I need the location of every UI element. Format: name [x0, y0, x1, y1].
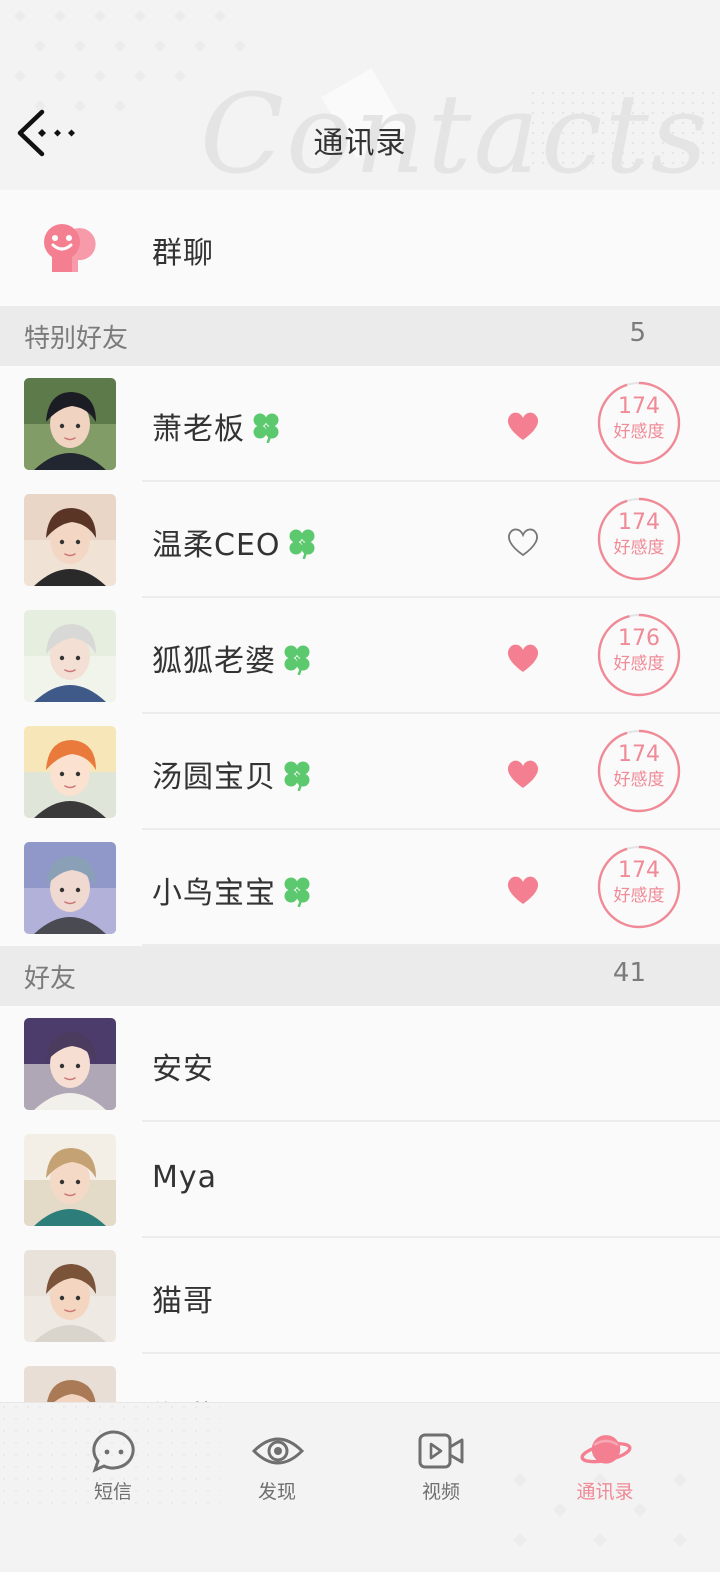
- tab-label: 通讯录: [576, 1481, 634, 1503]
- heart-outline-icon[interactable]: [505, 524, 541, 558]
- friend-row[interactable]: 郑琳: [0, 1354, 720, 1402]
- tab-label: 短信: [93, 1481, 132, 1503]
- friend-row[interactable]: 安安: [0, 1006, 720, 1122]
- contact-name-wrap: 郑琳: [152, 1392, 214, 1402]
- avatar[interactable]: [24, 378, 116, 470]
- heart-filled-icon[interactable]: [505, 872, 541, 906]
- group-chat-label: 群聊: [152, 236, 214, 271]
- avatar[interactable]: [24, 1134, 116, 1226]
- avatar[interactable]: [24, 494, 116, 586]
- tab-bar: 短信 发现 视频 通讯录: [0, 1402, 720, 1572]
- affinity-value: 174: [618, 394, 660, 419]
- affinity-badge: 176 好感度: [597, 613, 681, 697]
- avatar[interactable]: [24, 842, 116, 934]
- affinity-value: 174: [618, 858, 660, 883]
- tab-contacts[interactable]: 通讯录: [550, 1427, 660, 1507]
- contacts-list[interactable]: 群聊 特别好友 5 萧老板 174 好感度 温柔CEO 174 好感度 狐狐老婆…: [0, 190, 720, 1402]
- video-camera-icon: [418, 1433, 464, 1469]
- avatar[interactable]: [24, 726, 116, 818]
- clover-icon: [284, 761, 310, 791]
- contact-name-wrap: 温柔CEO: [152, 520, 319, 564]
- tab-messages[interactable]: 短信: [58, 1427, 168, 1507]
- contacts-screen: Contacts 通讯录 群聊 特别好友 5 萧老板 174 好感度 温柔CEO…: [0, 0, 720, 1572]
- contact-name-wrap: 猫哥: [152, 1276, 214, 1320]
- contact-name-wrap: 萧老板: [152, 404, 283, 448]
- eye-icon: [252, 1437, 304, 1465]
- special-friend-row[interactable]: 狐狐老婆 176 好感度: [0, 598, 720, 714]
- affinity-badge: 174 好感度: [597, 729, 681, 813]
- clover-icon: [284, 645, 310, 675]
- page-title: 通讯录: [313, 126, 407, 161]
- affinity-label: 好感度: [613, 654, 665, 674]
- chat-bubble-icon: [92, 1430, 135, 1473]
- contact-name: 汤圆宝贝: [152, 760, 276, 795]
- heart-filled-icon[interactable]: [505, 408, 541, 442]
- contact-name: 安安: [152, 1052, 214, 1087]
- special-friend-row[interactable]: 汤圆宝贝 174 好感度: [0, 714, 720, 830]
- group-chat-row[interactable]: 群聊: [0, 190, 720, 306]
- avatar[interactable]: [24, 610, 116, 702]
- affinity-value: 176: [618, 626, 660, 651]
- section-label: 好友: [24, 964, 77, 994]
- contact-name: 郑琳: [152, 1392, 214, 1402]
- section-label: 特别好友: [24, 324, 129, 354]
- affinity-label: 好感度: [613, 422, 665, 442]
- friend-row[interactable]: Mya: [0, 1122, 720, 1238]
- special-friend-row[interactable]: 小鸟宝宝 174 好感度: [0, 830, 720, 946]
- tab-discover[interactable]: 发现: [222, 1427, 332, 1507]
- affinity-badge: 174 好感度: [597, 381, 681, 465]
- contact-name: 狐狐老婆: [152, 644, 276, 679]
- tab-label: 发现: [257, 1481, 296, 1503]
- special-friend-row[interactable]: 萧老板 174 好感度: [0, 366, 720, 482]
- contact-name: 猫哥: [152, 1284, 214, 1319]
- clover-icon: [284, 877, 310, 907]
- affinity-value: 174: [618, 742, 660, 767]
- group-chat-icon: [44, 224, 96, 272]
- heart-filled-icon[interactable]: [505, 640, 541, 674]
- affinity-badge: 174 好感度: [597, 845, 681, 929]
- friends-header: 好友 41: [0, 946, 720, 1006]
- section-count: 41: [612, 958, 646, 988]
- heart-filled-icon[interactable]: [505, 756, 541, 790]
- tab-label: 视频: [421, 1481, 460, 1503]
- tab-video[interactable]: 视频: [386, 1427, 496, 1507]
- contact-name-wrap: 安安: [152, 1044, 214, 1088]
- affinity-value: 174: [618, 510, 660, 535]
- friend-row[interactable]: 猫哥: [0, 1238, 720, 1354]
- special-friend-row[interactable]: 温柔CEO 174 好感度: [0, 482, 720, 598]
- contact-name: 萧老板: [152, 412, 245, 447]
- planet-icon: [580, 1435, 632, 1464]
- header: Contacts 通讯录: [0, 0, 720, 190]
- avatar[interactable]: [24, 1018, 116, 1110]
- special-friends-header: 特别好友 5: [0, 306, 720, 366]
- contact-name-wrap: 狐狐老婆: [152, 636, 314, 680]
- contact-name: 小鸟宝宝: [152, 876, 276, 911]
- contact-name: 温柔CEO: [152, 528, 281, 563]
- contact-name-wrap: Mya: [152, 1160, 217, 1195]
- affinity-label: 好感度: [613, 770, 665, 790]
- contact-name-wrap: 汤圆宝贝: [152, 752, 314, 796]
- affinity-label: 好感度: [613, 886, 665, 906]
- contact-name-wrap: 小鸟宝宝: [152, 868, 314, 912]
- clover-icon: [289, 529, 315, 559]
- avatar[interactable]: [24, 1366, 116, 1402]
- section-count: 5: [629, 318, 646, 348]
- affinity-badge: 174 好感度: [597, 497, 681, 581]
- avatar[interactable]: [24, 1250, 116, 1342]
- contact-name: Mya: [152, 1160, 218, 1195]
- affinity-label: 好感度: [613, 538, 665, 558]
- clover-icon: [253, 413, 279, 443]
